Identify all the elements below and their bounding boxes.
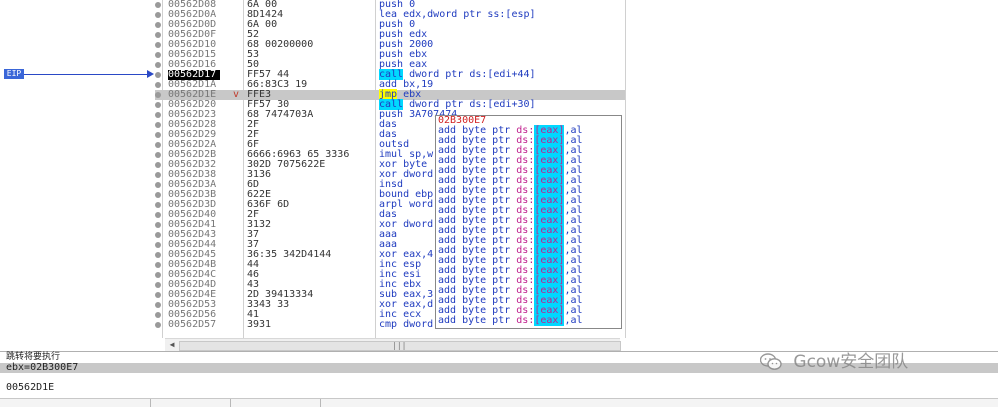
tooltip-seg: ds: <box>516 315 535 326</box>
breakpoint-dot-icon[interactable] <box>155 182 161 188</box>
breakpoint-dot-icon[interactable] <box>155 112 161 118</box>
column-separator <box>625 0 626 338</box>
info-address: 00562D1E <box>6 382 55 393</box>
breakpoint-dot-icon[interactable] <box>155 192 161 198</box>
grip-icon: ||| <box>392 341 407 350</box>
breakpoint-dot-icon[interactable] <box>155 252 161 258</box>
breakpoint-dot-icon[interactable] <box>155 172 161 178</box>
breakpoint-dot-icon[interactable] <box>155 92 161 98</box>
scroll-thumb[interactable]: ||| <box>179 341 621 351</box>
jump-marker: v <box>233 89 240 100</box>
wechat-icon <box>760 353 782 370</box>
breakpoint-dot-icon[interactable] <box>155 22 161 28</box>
tooltip-op: add byte ptr <box>438 315 517 326</box>
breakpoint-dot-icon[interactable] <box>155 292 161 298</box>
jump-gutter: EIP <box>0 0 156 338</box>
eip-label: EIP <box>4 69 24 79</box>
breakpoint-dot-icon[interactable] <box>155 12 161 18</box>
breakpoint-dot-icon[interactable] <box>155 232 161 238</box>
breakpoint-dot-icon[interactable] <box>155 142 161 148</box>
breakpoint-dot-icon[interactable] <box>155 202 161 208</box>
breakpoint-dot-icon[interactable] <box>155 72 161 78</box>
breakpoint-dot-icon[interactable] <box>155 302 161 308</box>
tooltip-suffix: ,al <box>564 315 583 326</box>
breakpoint-dot-icon[interactable] <box>155 82 161 88</box>
breakpoint-dot-icon[interactable] <box>155 2 161 8</box>
breakpoint-dot-icon[interactable] <box>155 132 161 138</box>
row-bytes: 3931 <box>247 319 272 330</box>
breakpoint-dot-icon[interactable] <box>155 152 161 158</box>
breakpoint-dot-icon[interactable] <box>155 62 161 68</box>
watermark: Gcow安全团队 <box>760 350 908 374</box>
horizontal-scrollbar[interactable]: ◀ ||| <box>165 338 621 351</box>
breakpoint-dot-icon[interactable] <box>155 222 161 228</box>
row-address: 00562D57 <box>168 319 217 330</box>
breakpoint-dot-icon[interactable] <box>155 242 161 248</box>
eip-arrow-line <box>24 74 148 75</box>
eip-arrow-icon <box>147 70 154 78</box>
tooltip-line: add byte ptr ds:[eax],al <box>436 315 621 326</box>
scroll-left-icon[interactable]: ◀ <box>167 340 177 350</box>
breakpoint-dot-icon[interactable] <box>155 312 161 318</box>
watermark-text: Gcow安全团队 <box>793 352 909 372</box>
breakpoint-dot-icon[interactable] <box>155 122 161 128</box>
row-instruction: cmp dword <box>379 319 434 330</box>
memory-tooltip: 02B300E7 add byte ptr ds:[eax],al add byt… <box>435 115 622 329</box>
breakpoint-dot-icon[interactable] <box>155 272 161 278</box>
tooltip-lines: add byte ptr ds:[eax],al add byte ptr ds:… <box>436 125 621 326</box>
disassembly-pane[interactable]: EIP 00562D08 6A 00 push 0 00562D0A 8D1424 lea… <box>0 0 998 338</box>
breakpoint-dot-icon[interactable] <box>155 102 161 108</box>
breakpoint-dot-icon[interactable] <box>155 52 161 58</box>
breakpoint-dot-icon[interactable] <box>155 282 161 288</box>
breakpoint-dot-icon[interactable] <box>155 162 161 168</box>
breakpoint-dot-icon[interactable] <box>155 42 161 48</box>
breakpoint-dot-icon[interactable] <box>155 32 161 38</box>
breakpoint-dot-icon[interactable] <box>155 212 161 218</box>
row-bytes: 36:35 342D4144 <box>247 249 332 260</box>
breakpoint-dot-icon[interactable] <box>155 262 161 268</box>
breakpoint-dot-icon[interactable] <box>155 322 161 328</box>
tooltip-reg: [eax] <box>534 315 565 326</box>
